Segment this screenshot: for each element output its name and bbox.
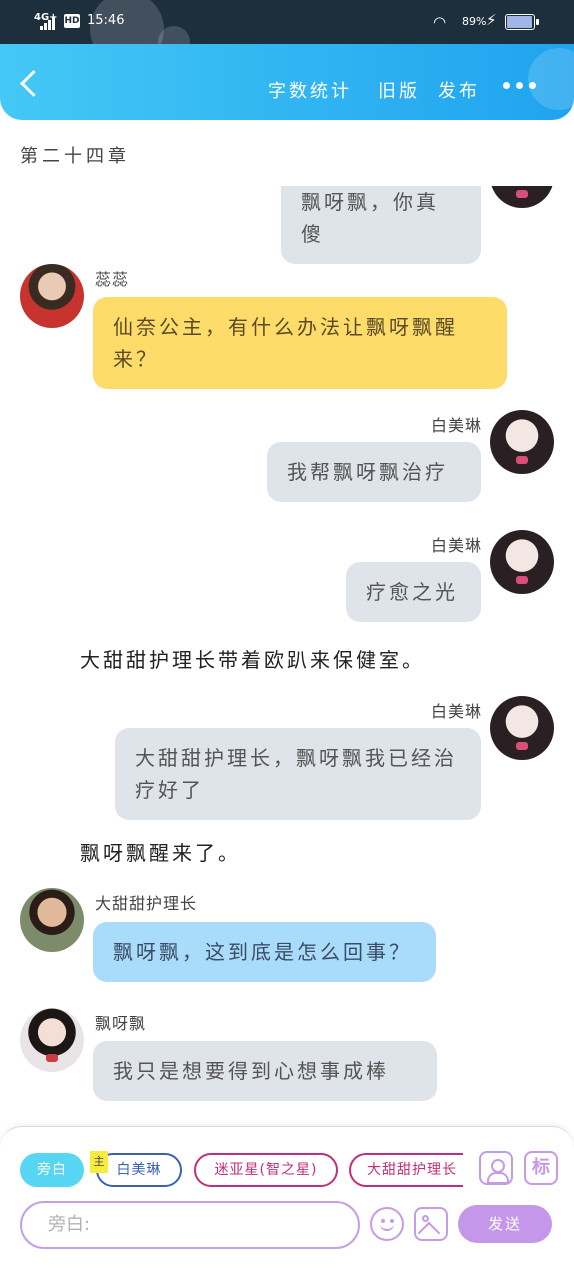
message-bubble[interactable]: 大甜甜护理长，飘呀飘我已经治疗好了 <box>115 728 481 820</box>
word-count-button[interactable]: 字数统计 <box>268 77 352 103</box>
speaker-name: 白美琳 <box>430 416 482 435</box>
clock: 15:46 <box>87 13 125 28</box>
chevron-left-icon[interactable] <box>18 68 44 96</box>
tag-icon[interactable]: 标 <box>524 1151 558 1185</box>
host-badge: 主 <box>90 1151 108 1173</box>
emoji-icon[interactable] <box>370 1207 404 1241</box>
message-input[interactable]: 旁白: <box>20 1201 360 1249</box>
message-bubble[interactable]: 我只是想要得到心想事成棒 <box>93 1041 437 1101</box>
avatar[interactable] <box>490 410 554 474</box>
image-icon[interactable] <box>414 1207 448 1241</box>
avatar[interactable] <box>20 888 84 952</box>
chapter-title: 第二十四章 <box>20 146 130 167</box>
status-bar: 4G+ HD 15:46 ◠ 89% ⚡ <box>0 0 574 66</box>
decor-bubble <box>528 48 574 110</box>
narration-text: 飘呀飘醒来了。 <box>80 841 241 865</box>
speaker-name: 大甜甜护理长 <box>95 894 198 913</box>
message-bubble[interactable]: 我帮飘呀飘治疗 <box>267 442 481 502</box>
more-dots-icon[interactable] <box>503 82 537 90</box>
wifi-icon: ◠ <box>433 13 447 31</box>
avatar[interactable] <box>490 530 554 594</box>
role-chip-aside[interactable]: 旁白 <box>20 1153 84 1187</box>
avatar[interactable] <box>490 696 554 760</box>
message-bubble[interactable]: 飘呀飘，你真傻 <box>281 186 481 264</box>
speaker-name: 蕊蕊 <box>95 270 130 289</box>
role-chip-host[interactable]: 白美琳 <box>96 1153 182 1187</box>
speaker-name: 白美琳 <box>430 702 482 721</box>
message-bubble[interactable]: 仙奈公主，有什么办法让飘呀飘醒来？ <box>93 297 507 389</box>
app-bar: 字数统计 旧版 发布 <box>0 44 574 120</box>
person-icon[interactable] <box>479 1151 513 1185</box>
signal-icon <box>40 16 58 30</box>
battery-level <box>507 16 532 28</box>
old-version-button[interactable]: 旧版 <box>378 77 420 103</box>
narration-text: 大甜甜护理长带着欧趴来保健室。 <box>80 648 425 672</box>
avatar[interactable] <box>20 264 84 328</box>
publish-button[interactable]: 发布 <box>438 77 480 103</box>
message-bubble[interactable]: 飘呀飘，这到底是怎么回事？ <box>93 922 436 982</box>
hd-badge: HD <box>64 14 80 28</box>
charging-icon: ⚡ <box>486 11 497 29</box>
send-button[interactable]: 发送 <box>458 1205 552 1243</box>
speaker-name: 飘呀飘 <box>95 1014 147 1033</box>
battery-icon <box>505 14 539 30</box>
battery-percent: 89% <box>462 15 487 28</box>
role-chip[interactable]: 迷亚星(智之星) <box>194 1153 338 1187</box>
speaker-name: 白美琳 <box>430 536 482 555</box>
avatar[interactable] <box>20 1008 84 1072</box>
role-chip[interactable]: 大甜甜护理长 <box>349 1153 463 1187</box>
message-bubble[interactable]: 疗愈之光 <box>346 562 481 622</box>
avatar[interactable] <box>490 186 554 208</box>
editor-panel: 旁白 白美琳 主 迷亚星(智之星) 大甜甜护理长 标 旁白: 发送 <box>0 1126 574 1280</box>
chat-list[interactable]: 飘呀飘，你真傻 蕊蕊 仙奈公主，有什么办法让飘呀飘醒来？ 白美琳 我帮飘呀飘治疗… <box>0 186 574 1126</box>
